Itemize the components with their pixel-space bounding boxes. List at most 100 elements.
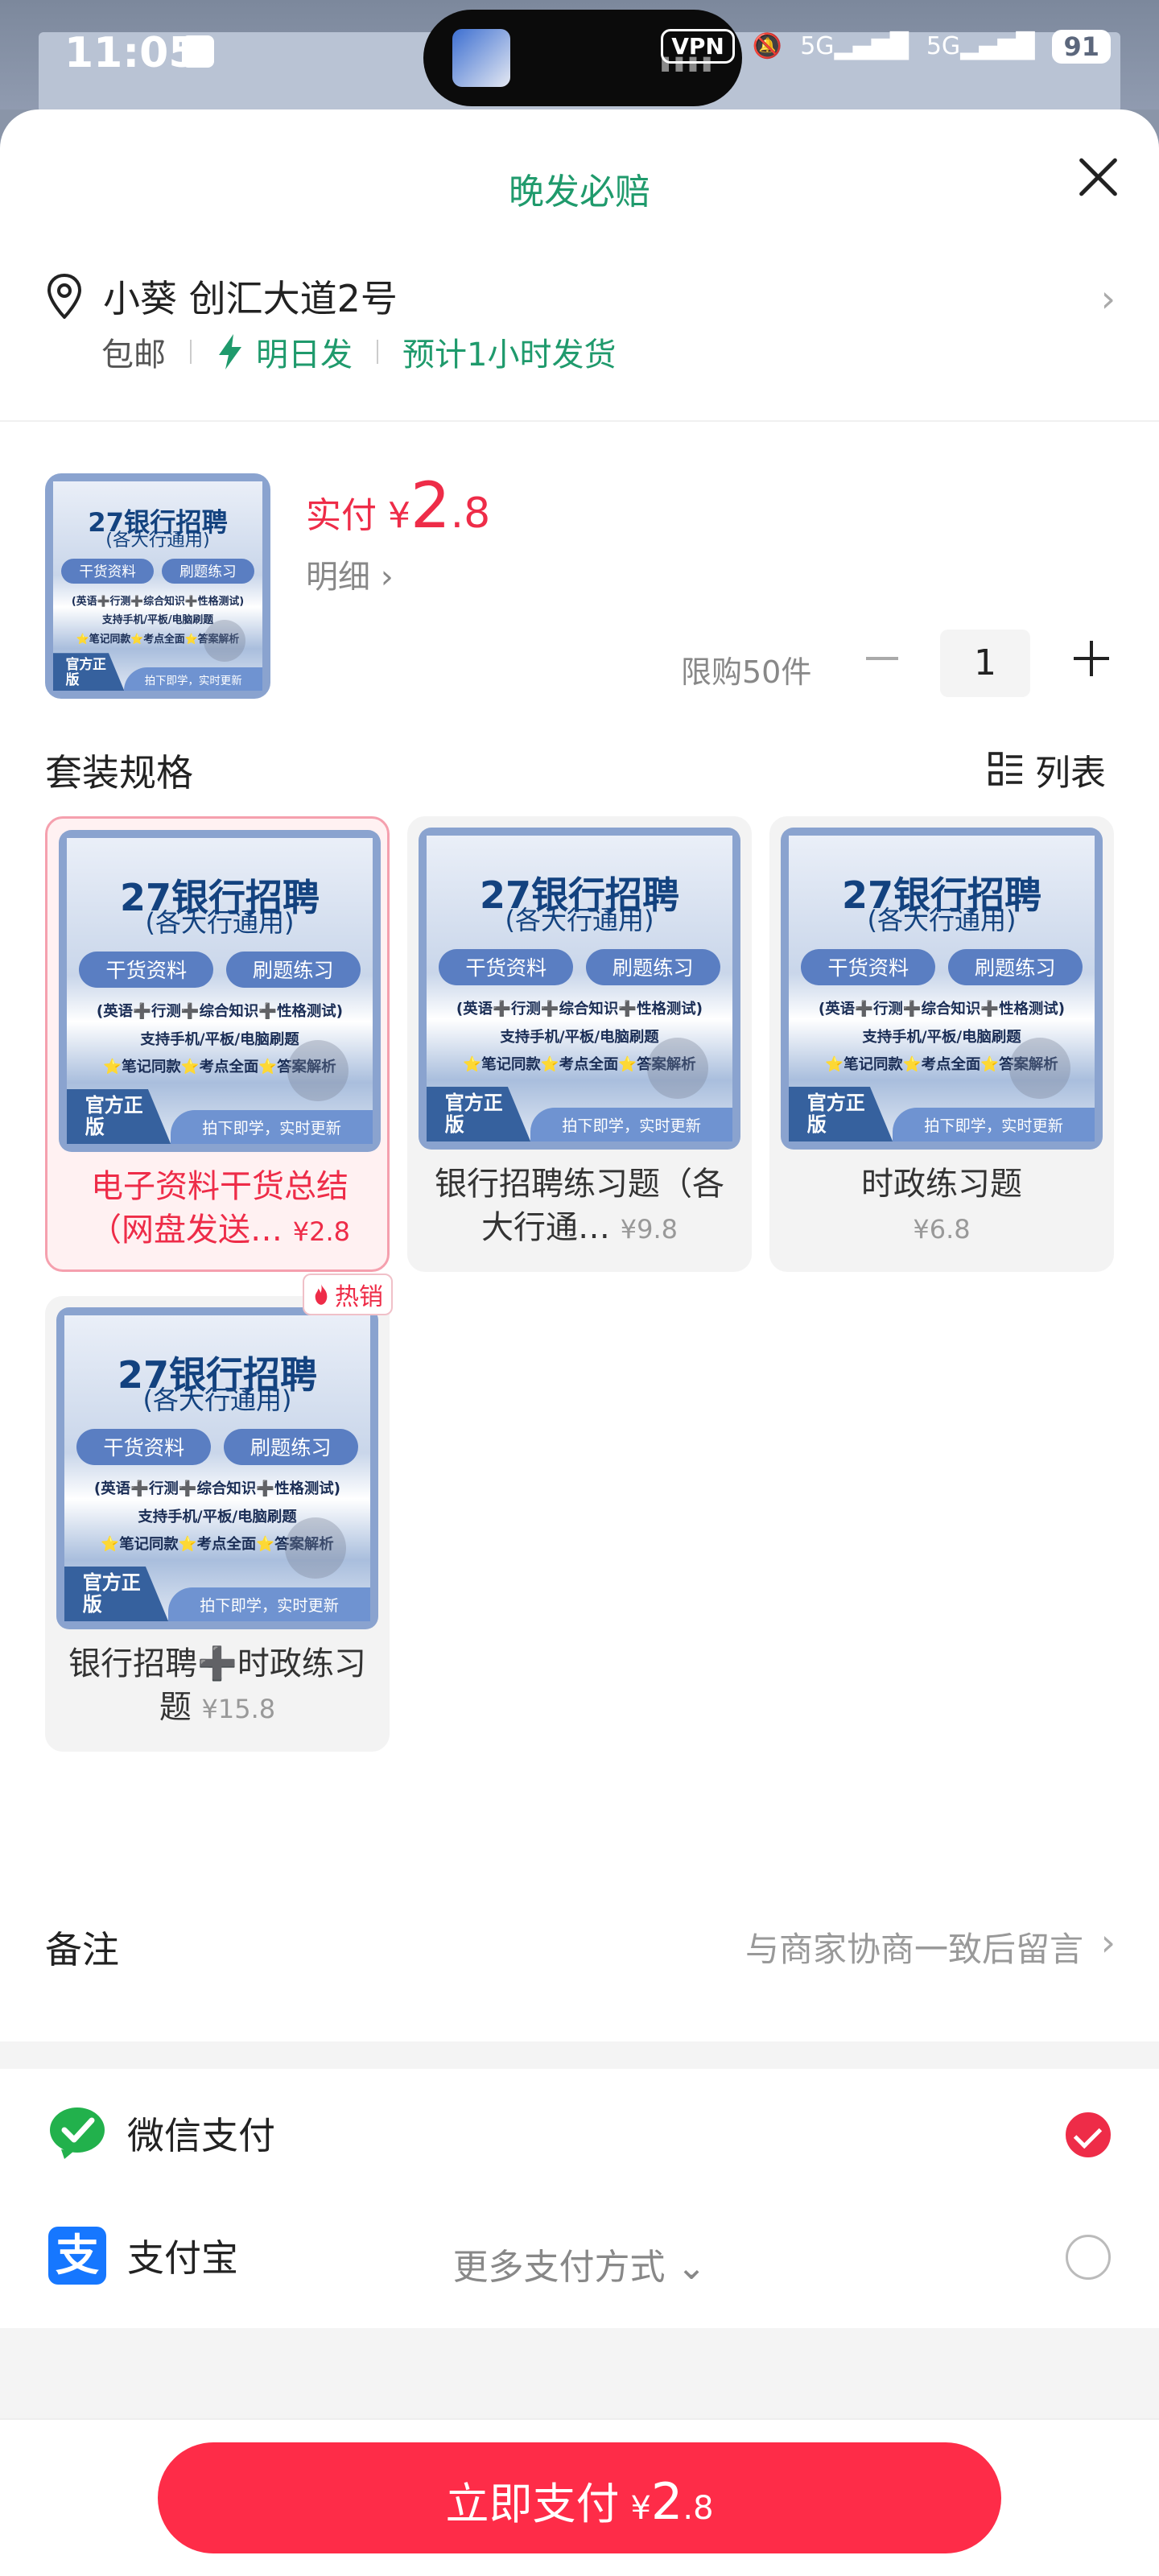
option-price: ¥9.8	[620, 1214, 678, 1245]
cover-footer: 拍下即学，实时更新	[168, 1587, 370, 1621]
zoom-icon[interactable]	[204, 619, 246, 662]
address-row[interactable]: 小葵 创汇大道2号 ›	[45, 272, 1116, 320]
price-decimal: .8	[450, 489, 491, 538]
price-decimal: .8	[683, 2490, 714, 2527]
cover-stamp: 官方正版	[53, 653, 125, 691]
wechat-pay-label: 微信支付	[127, 2114, 275, 2157]
divider	[377, 340, 378, 364]
cover-tag: 干货资料	[79, 951, 214, 989]
notification-app-icon	[182, 35, 214, 68]
cover-subtitle: (各大行通用)	[505, 904, 654, 935]
chevron-right-icon: ›	[1100, 1921, 1116, 1964]
option-title: 银行招聘练习题（各大行通…	[435, 1166, 724, 1246]
book-cover: 27银行招聘 (各大行通用) 干货资料 刷题练习 (英语➕行测➕综合知识➕性格测试) 支持…	[45, 473, 270, 699]
paid-label: 实付	[306, 495, 377, 536]
status-time: 11:05	[64, 29, 198, 77]
product-cover: 27银行招聘 (各大行通用) 干货资料 刷题练习 (英语➕行测➕综合知识➕性格测试) 支持…	[45, 473, 270, 699]
currency-symbol: ¥	[388, 495, 410, 536]
cover-tag: 刷题练习	[585, 948, 720, 986]
zoom-icon[interactable]	[646, 1037, 708, 1099]
battery-icon: 91	[1052, 29, 1111, 64]
network-type: 5G	[926, 32, 961, 60]
spec-option-card[interactable]: 27银行招聘 (各大行通用) 干货资料 刷题练习 (英语➕行测➕综合知识➕性格测试) 支持…	[45, 816, 390, 1272]
cover-line: (英语➕行测➕综合知识➕性格测试)	[93, 1480, 341, 1498]
price-detail-link[interactable]: 明细 ›	[306, 551, 394, 597]
list-icon	[988, 752, 1022, 786]
spec-option-name: 银行招聘➕时政练习题 ¥15.8	[61, 1642, 373, 1731]
price-integer: 2	[410, 470, 451, 543]
remark-placeholder: 与商家协商一致后留言	[744, 1930, 1083, 1969]
more-payment-methods[interactable]: 更多支付方式 ⌄	[0, 2238, 1159, 2289]
badge-text: 热销	[335, 1283, 383, 1311]
close-button[interactable]	[1074, 153, 1122, 201]
wechat-pay-radio[interactable]	[1066, 2112, 1111, 2157]
remark-row[interactable]: 备注 与商家协商一致后留言 ›	[45, 1921, 1116, 1972]
cover-tag: 刷题练习	[947, 948, 1083, 986]
hot-sale-badge: 热销	[303, 1274, 393, 1315]
status-icons: VPN 🔕 5G▂▄▆█ 5G▂▄▆█ 91	[661, 29, 1111, 64]
paid-price: 实付 ¥ 2 .8	[306, 470, 490, 543]
cover-stamp: 官方正版	[64, 1566, 169, 1621]
section-gap	[0, 2328, 1159, 2428]
next-day-label: 明日发	[216, 328, 353, 375]
quantity-plus-button[interactable]	[1067, 634, 1116, 683]
spec-option-image: 27银行招聘 (各大行通用) 干货资料 刷题练习 (英语➕行测➕综合知识➕性格测试) 支持…	[781, 828, 1103, 1150]
payment-option-wechat[interactable]: 微信支付	[48, 2101, 1111, 2165]
zoom-icon[interactable]	[287, 1039, 349, 1101]
option-price: ¥2.8	[292, 1216, 350, 1247]
cover-line: (英语➕行测➕综合知识➕性格测试)	[818, 1001, 1066, 1018]
spec-option-card[interactable]: 27银行招聘 (各大行通用) 干货资料 刷题练习 (英语➕行测➕综合知识➕性格测试) 支持…	[45, 1274, 393, 1752]
cover-art: 27银行招聘 (各大行通用) 干货资料 刷题练习 (英语➕行测➕综合知识➕性格测试) 支持…	[56, 1307, 378, 1629]
eta-label: 预计1小时发货	[402, 336, 617, 374]
cover-tag: 干货资料	[801, 948, 936, 986]
cover-stamp: 官方正版	[427, 1086, 531, 1141]
quantity-input[interactable]: 1	[940, 630, 1030, 697]
spec-option-card[interactable]: 27银行招聘 (各大行通用) 干货资料 刷题练习 (英语➕行测➕综合知识➕性格测试) 支持…	[769, 816, 1114, 1272]
cover-tag: 干货资料	[61, 559, 154, 584]
cover-footer: 拍下即学，实时更新	[530, 1108, 732, 1141]
detail-label: 明细	[306, 559, 370, 596]
pay-now-label: 立即支付	[445, 2479, 620, 2529]
lightning-icon	[219, 334, 241, 369]
flame-icon	[315, 1284, 328, 1305]
cover-tag: 干货资料	[76, 1428, 212, 1466]
spec-section-title: 套装规格	[45, 751, 193, 795]
spec-option-image: 27银行招聘 (各大行通用) 干货资料 刷题练习 (英语➕行测➕综合知识➕性格测试) 支持…	[56, 1307, 378, 1629]
cover-line: (英语➕行测➕综合知识➕性格测试)	[96, 1003, 344, 1021]
spec-option-name: 时政练习题 ¥6.8	[786, 1162, 1098, 1251]
zoom-icon[interactable]	[1008, 1037, 1070, 1099]
book-cover: 27银行招聘 (各大行通用) 干货资料 刷题练习 (英语➕行测➕综合知识➕性格测试) 支持…	[56, 1307, 378, 1629]
signal-icon-2: 5G▂▄▆█	[926, 32, 1035, 60]
media-thumbnail	[452, 29, 510, 87]
status-bar: 11:05 ▮▮▮▮ VPN 🔕 5G▂▄▆█ 5G▂▄▆█ 91	[0, 0, 1159, 113]
product-thumbnail[interactable]: 27银行招聘 (各大行通用) 干货资料 刷题练习 (英语➕行测➕综合知识➕性格测试) 支持…	[45, 473, 270, 699]
spec-option-name: 电子资料干货总结（网盘发送… ¥2.8	[64, 1165, 376, 1253]
cover-tag: 干货资料	[439, 948, 574, 986]
spec-option-card[interactable]: 27银行招聘 (各大行通用) 干货资料 刷题练习 (英语➕行测➕综合知识➕性格测试) 支持…	[407, 816, 752, 1272]
zoom-icon[interactable]	[284, 1517, 346, 1579]
more-payment-label: 更多支付方式	[452, 2247, 666, 2288]
spec-option-name: 银行招聘练习题（各大行通… ¥9.8	[423, 1162, 736, 1251]
remark-label: 备注	[45, 1928, 119, 1971]
list-label: 列表	[1035, 753, 1106, 794]
wechat-pay-icon	[50, 2107, 105, 2159]
sheet-title: 晚发必赔	[509, 171, 650, 213]
spec-option-image: 27银行招聘 (各大行通用) 干货资料 刷题练习 (英语➕行测➕综合知识➕性格测试) 支持…	[59, 830, 381, 1152]
cover-tag: 刷题练习	[225, 951, 361, 989]
cover-tag: 刷题练习	[162, 559, 254, 584]
option-price: ¥15.8	[201, 1694, 276, 1724]
cover-stamp: 官方正版	[67, 1088, 171, 1144]
option-title: 时政练习题	[861, 1166, 1022, 1203]
purchase-limit: 限购50件	[681, 654, 812, 690]
quantity-minus-button[interactable]	[858, 634, 906, 683]
divider	[190, 340, 192, 364]
location-pin-icon	[47, 274, 82, 319]
cover-subtitle: (各大行通用)	[142, 1384, 292, 1415]
pay-now-button[interactable]: 立即支付 ¥ 2 .8	[158, 2442, 1001, 2553]
cover-footer: 拍下即学，实时更新	[171, 1110, 373, 1144]
free-shipping-label: 包邮	[101, 336, 166, 374]
cover-art: 27银行招聘 (各大行通用) 干货资料 刷题练习 (英语➕行测➕综合知识➕性格测试) 支持…	[419, 828, 740, 1150]
price-integer: 2	[650, 2472, 683, 2531]
list-view-toggle[interactable]: 列表	[988, 744, 1106, 795]
book-cover: 27银行招聘 (各大行通用) 干货资料 刷题练习 (英语➕行测➕综合知识➕性格测试) 支持…	[59, 830, 381, 1152]
